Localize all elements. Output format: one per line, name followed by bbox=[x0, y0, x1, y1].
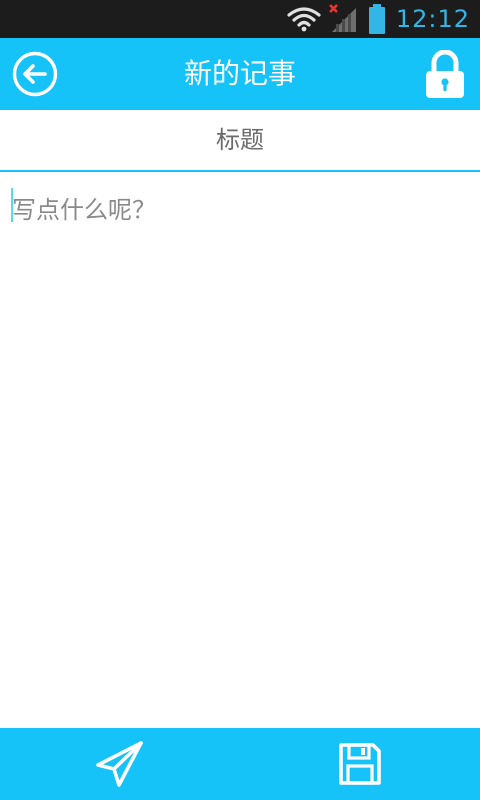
wifi-icon bbox=[286, 0, 322, 38]
back-button[interactable] bbox=[12, 51, 58, 97]
battery-icon bbox=[368, 0, 386, 38]
app-header: 新的记事 bbox=[0, 38, 480, 110]
save-button[interactable] bbox=[336, 740, 384, 788]
text-cursor bbox=[11, 188, 13, 222]
lock-icon bbox=[426, 50, 464, 98]
note-editor-screen: 12:12 新的记事 bbox=[0, 0, 480, 800]
status-bar: 12:12 bbox=[0, 0, 480, 38]
back-arrow-circle-icon bbox=[12, 51, 58, 97]
bottom-toolbar bbox=[0, 728, 480, 800]
note-content-input[interactable] bbox=[0, 174, 480, 728]
status-clock: 12:12 bbox=[395, 5, 470, 33]
page-title: 新的记事 bbox=[183, 57, 296, 90]
note-title-input[interactable] bbox=[0, 110, 480, 172]
send-paper-plane-icon bbox=[96, 741, 143, 787]
send-button[interactable] bbox=[94, 740, 146, 788]
lock-button[interactable] bbox=[424, 48, 466, 100]
signal-no-service-icon bbox=[328, 0, 360, 38]
save-floppy-icon bbox=[339, 743, 381, 785]
